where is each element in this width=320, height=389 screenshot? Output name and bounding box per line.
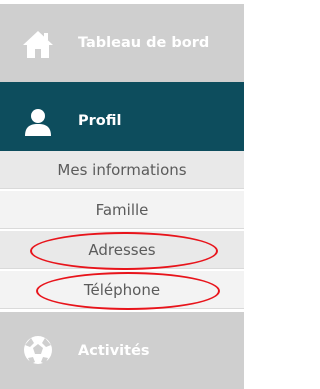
user-icon xyxy=(25,109,51,136)
menu-item-label: Tableau de bord xyxy=(78,35,210,51)
menu-item-label: Activités xyxy=(78,342,150,359)
sidebar-menu: Tableau de bord Profil Mes informations … xyxy=(0,0,244,389)
submenu-item-label: Famille xyxy=(95,200,149,219)
submenu-item-adresses[interactable]: Adresses xyxy=(0,231,244,269)
menu-item-dashboard[interactable]: Tableau de bord xyxy=(0,4,244,82)
menu-item-activites[interactable]: Activités xyxy=(0,312,244,389)
submenu-item-label: Adresses xyxy=(88,240,156,259)
submenu-item-label: Téléphone xyxy=(83,280,161,299)
submenu-item-telephone[interactable]: Téléphone xyxy=(0,271,244,309)
soccer-ball-icon xyxy=(24,336,52,364)
submenu-item-mes-informations[interactable]: Mes informations xyxy=(0,151,244,189)
menu-item-profil[interactable]: Profil xyxy=(0,82,244,160)
menu-item-label: Profil xyxy=(78,113,122,129)
submenu-item-famille[interactable]: Famille xyxy=(0,191,244,229)
home-icon xyxy=(23,31,53,58)
submenu-item-label: Mes informations xyxy=(57,160,187,179)
